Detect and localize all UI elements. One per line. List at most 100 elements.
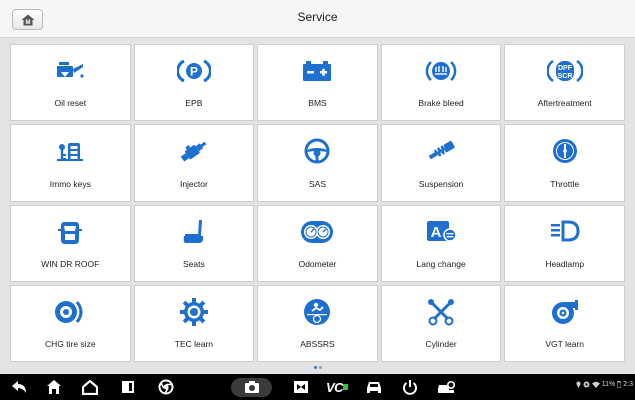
immo-key-icon: [57, 143, 84, 162]
tile-label: Aftertreatment: [537, 98, 592, 109]
abs-srs-icon: [304, 298, 331, 325]
tile-immo-keys[interactable]: Immo keys: [10, 124, 131, 202]
injector-icon: [180, 141, 207, 162]
badge-text: DPF: [558, 65, 573, 72]
tile-label: Headlamp: [545, 258, 585, 269]
throttle-icon: [552, 139, 577, 164]
tile-label: Throttle: [550, 178, 580, 189]
tile-label: Seats: [183, 258, 205, 269]
tile-odometer[interactable]: Odometer: [257, 204, 378, 282]
settings-status-icon: [583, 381, 590, 388]
vci-icon: VC: [325, 379, 344, 395]
tile-bms[interactable]: BMS: [257, 44, 378, 122]
tire-size-icon: [55, 300, 83, 323]
turbo-icon: [551, 299, 578, 324]
tile-label: Lang change: [416, 258, 466, 269]
tile-throttle[interactable]: Throttle: [504, 124, 625, 202]
power-icon: [403, 380, 417, 395]
dpf-scr-icon: DPF SCR: [546, 59, 583, 83]
battery-percent: 11%: [601, 381, 616, 388]
tile-label: Brake bleed: [418, 98, 464, 109]
tile-label: Odometer: [298, 258, 337, 269]
car-icon: [367, 381, 381, 393]
system-navigation-bar: VC 11% 2:3: [0, 374, 635, 400]
tile-label: Injector: [179, 178, 208, 189]
tile-brake-bleed[interactable]: Brake bleed: [380, 44, 502, 122]
svg-text:P: P: [190, 65, 198, 79]
tile-label: EPB: [185, 98, 203, 109]
wifi-icon: [591, 381, 600, 388]
tile-label: CHG tire size: [45, 339, 96, 349]
oil-can-icon: [57, 62, 84, 78]
house-icon: [82, 379, 98, 395]
tile-aftertreatment[interactable]: DPF SCR Aftertreatment: [504, 44, 625, 122]
tile-cylinder[interactable]: Cylinder: [380, 284, 502, 362]
tile-label: VGT learn: [545, 339, 584, 349]
tile-lang-change[interactable]: A Lang change: [380, 204, 502, 282]
back-button[interactable]: [8, 374, 30, 400]
car-button[interactable]: [362, 374, 386, 400]
headlamp-icon: [550, 220, 580, 241]
cylinder-icon: [428, 298, 455, 326]
camera-icon: [245, 381, 259, 393]
badge-text: A: [431, 224, 442, 241]
page-title: Service: [297, 10, 338, 24]
tile-label: Cylinder: [425, 339, 457, 349]
battery-icon: [303, 61, 332, 81]
tile-seats[interactable]: Seats: [133, 204, 255, 282]
service-grid: Oil reset P EPB BMS Brake bleed DPF SCR …: [10, 44, 625, 362]
location-icon: [576, 381, 581, 388]
tile-injector[interactable]: Injector: [133, 124, 255, 202]
tile-label: Oil reset: [54, 98, 87, 109]
tile-win-dr-roof[interactable]: WIN DR ROOF: [10, 204, 131, 282]
vci-status-icon: [343, 384, 349, 390]
power-button[interactable]: [398, 374, 422, 400]
page-indicator: [0, 366, 635, 369]
seat-icon: [183, 219, 204, 243]
tile-oil-reset[interactable]: Oil reset: [10, 44, 131, 122]
brake-bleed-icon: [425, 61, 457, 81]
tec-learn-icon: [179, 297, 208, 326]
back-icon: [12, 381, 26, 393]
tile-tec-learn[interactable]: TEC learn: [133, 284, 255, 362]
tile-suspension[interactable]: Suspension: [380, 124, 502, 202]
home-icon: [47, 380, 61, 394]
tile-chg-tire-size[interactable]: CHG tire size: [10, 284, 131, 362]
car-settings-icon: [438, 380, 455, 393]
tile-sas[interactable]: SAS: [257, 124, 378, 202]
title-bar: M Service: [0, 0, 635, 38]
screen-capture-button[interactable]: [290, 374, 312, 400]
recent-apps-icon: [122, 381, 134, 393]
page-dot-active[interactable]: [313, 366, 317, 369]
chrome-icon: [158, 379, 174, 395]
tile-label: WIN DR ROOF: [41, 258, 100, 269]
tile-label: SAS: [308, 178, 326, 189]
car-settings-button[interactable]: [434, 374, 458, 400]
home-nav-button[interactable]: [43, 374, 65, 400]
vci-button[interactable]: VC: [322, 374, 352, 400]
tile-label: ABSSRS: [300, 339, 335, 349]
tile-abssrs[interactable]: ABSSRS: [257, 284, 378, 362]
chrome-button[interactable]: [154, 374, 178, 400]
tile-label: BMS: [308, 98, 327, 109]
tile-vgt-learn[interactable]: VGT learn: [504, 284, 625, 362]
camera-button[interactable]: [240, 374, 264, 400]
battery-status-icon: [617, 381, 622, 388]
odometer-icon: [301, 220, 334, 243]
page-dot[interactable]: [318, 366, 322, 369]
clock: 2:3: [623, 381, 633, 388]
screen-capture-icon: [294, 381, 308, 393]
recent-apps-button[interactable]: [117, 374, 139, 400]
parking-brake-icon: P: [176, 59, 211, 83]
tile-label: Immo keys: [49, 178, 91, 189]
steering-wheel-icon: [304, 138, 330, 164]
car-window-icon: [58, 221, 83, 244]
status-area: 11% 2:3: [576, 381, 633, 388]
badge-text: SCR: [557, 73, 572, 80]
tile-epb[interactable]: P EPB: [133, 44, 255, 122]
language-change-icon: A: [427, 220, 457, 242]
tile-label: TEC learn: [174, 339, 214, 349]
tile-headlamp[interactable]: Headlamp: [504, 204, 625, 282]
suspension-icon: [428, 141, 455, 160]
house-button[interactable]: [79, 374, 101, 400]
